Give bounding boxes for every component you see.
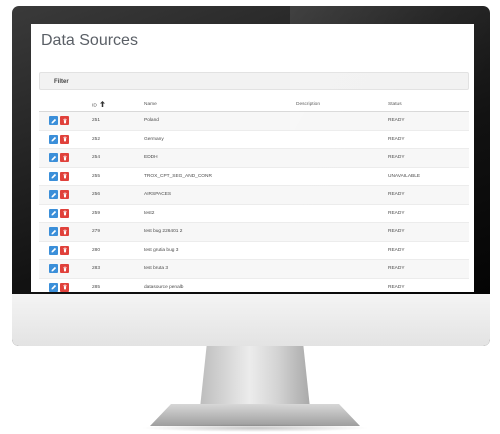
row-status: UNAVAILABLE <box>387 167 469 186</box>
row-description <box>295 278 387 292</box>
delete-button[interactable] <box>60 245 69 255</box>
row-description <box>295 130 387 149</box>
delete-button[interactable] <box>60 171 69 181</box>
delete-button[interactable] <box>60 116 69 126</box>
table-row: 279 test bug 226401 2 READY <box>39 222 469 242</box>
row-id: 279 <box>91 222 143 242</box>
table-row: 256 AIRSPACES READY <box>39 185 469 205</box>
table-body: 251 Poland READY 252 Germany READY 254 EDDH READ… <box>39 111 469 292</box>
row-name: Germany <box>143 130 295 149</box>
row-description <box>295 222 387 242</box>
stand-shadow <box>140 424 370 432</box>
row-id: 259 <box>91 204 143 223</box>
row-description <box>295 204 387 223</box>
delete-button[interactable] <box>60 282 69 292</box>
row-actions <box>39 130 91 149</box>
table-row: 254 EDDH READY <box>39 148 469 168</box>
table-row: 280 test grutia bug 3 READY <box>39 241 469 260</box>
row-actions <box>39 241 91 260</box>
table-row: 255 TROX_CPT_SEG_AND_CONR UNAVAILABLE <box>39 167 469 186</box>
status-column-header[interactable]: Status <box>387 98 469 112</box>
delete-button[interactable] <box>60 190 69 200</box>
row-name: TROX_CPT_SEG_AND_CONR <box>143 167 295 186</box>
id-column-header[interactable]: ID <box>91 98 143 112</box>
table-row: 251 Poland READY <box>39 111 469 131</box>
row-actions <box>39 222 91 242</box>
filter-toggle[interactable]: Filter <box>39 72 469 90</box>
monitor-stand-base <box>150 404 360 426</box>
table-header-row: ID Name Description Status <box>39 98 469 112</box>
edit-button[interactable] <box>49 116 58 126</box>
row-status: READY <box>387 148 469 168</box>
table-row: 283 test bruta 3 READY <box>39 259 469 279</box>
row-name: AIRSPACES <box>143 185 295 205</box>
id-column-label: ID <box>92 102 97 108</box>
description-column-header[interactable]: Description <box>295 98 387 112</box>
delete-button[interactable] <box>60 227 69 237</box>
row-actions <box>39 185 91 205</box>
row-description <box>295 259 387 279</box>
table-row: 252 Germany READY <box>39 130 469 149</box>
row-status: READY <box>387 222 469 242</box>
row-actions <box>39 111 91 131</box>
screen: Data Sources Filter ID Name Description … <box>31 24 474 292</box>
edit-button[interactable] <box>49 264 58 274</box>
row-name: test2 <box>143 204 295 223</box>
delete-button[interactable] <box>60 208 69 218</box>
row-name: Poland <box>143 111 295 131</box>
row-id: 254 <box>91 148 143 168</box>
edit-button[interactable] <box>49 227 58 237</box>
row-id: 255 <box>91 167 143 186</box>
row-id: 280 <box>91 241 143 260</box>
row-description <box>295 241 387 260</box>
row-description <box>295 111 387 131</box>
row-id: 256 <box>91 185 143 205</box>
delete-button[interactable] <box>60 153 69 163</box>
edit-button[interactable] <box>49 208 58 218</box>
row-status: READY <box>387 130 469 149</box>
table-row: 259 test2 READY <box>39 204 469 223</box>
data-sources-table: ID Name Description Status 251 Poland READ… <box>39 98 469 292</box>
delete-button[interactable] <box>60 264 69 274</box>
row-name: EDDH <box>143 148 295 168</box>
row-status: READY <box>387 111 469 131</box>
edit-button[interactable] <box>49 282 58 292</box>
edit-button[interactable] <box>49 171 58 181</box>
arrow-up-icon <box>100 100 106 109</box>
row-name: test grutia bug 3 <box>143 241 295 260</box>
row-id: 252 <box>91 130 143 149</box>
edit-button[interactable] <box>49 134 58 144</box>
row-actions <box>39 278 91 292</box>
row-id: 283 <box>91 259 143 279</box>
row-status: READY <box>387 185 469 205</box>
row-status: READY <box>387 278 469 292</box>
row-name: test bruta 3 <box>143 259 295 279</box>
row-status: READY <box>387 204 469 223</box>
row-description <box>295 185 387 205</box>
row-name: test bug 226401 2 <box>143 222 295 242</box>
row-name: datasource penalb <box>143 278 295 292</box>
row-description <box>295 148 387 168</box>
row-actions <box>39 204 91 223</box>
actions-column-header <box>39 98 91 112</box>
row-status: READY <box>387 259 469 279</box>
edit-button[interactable] <box>49 153 58 163</box>
monitor-chin <box>12 294 490 346</box>
delete-button[interactable] <box>60 134 69 144</box>
edit-button[interactable] <box>49 245 58 255</box>
name-column-header[interactable]: Name <box>143 98 295 112</box>
edit-button[interactable] <box>49 190 58 200</box>
row-actions <box>39 259 91 279</box>
row-description <box>295 167 387 186</box>
row-id: 251 <box>91 111 143 131</box>
monitor-stand-neck <box>200 346 310 408</box>
row-actions <box>39 148 91 168</box>
row-actions <box>39 167 91 186</box>
table-row: 285 datasource penalb READY <box>39 278 469 292</box>
row-status: READY <box>387 241 469 260</box>
page-title: Data Sources <box>41 32 138 49</box>
row-id: 285 <box>91 278 143 292</box>
